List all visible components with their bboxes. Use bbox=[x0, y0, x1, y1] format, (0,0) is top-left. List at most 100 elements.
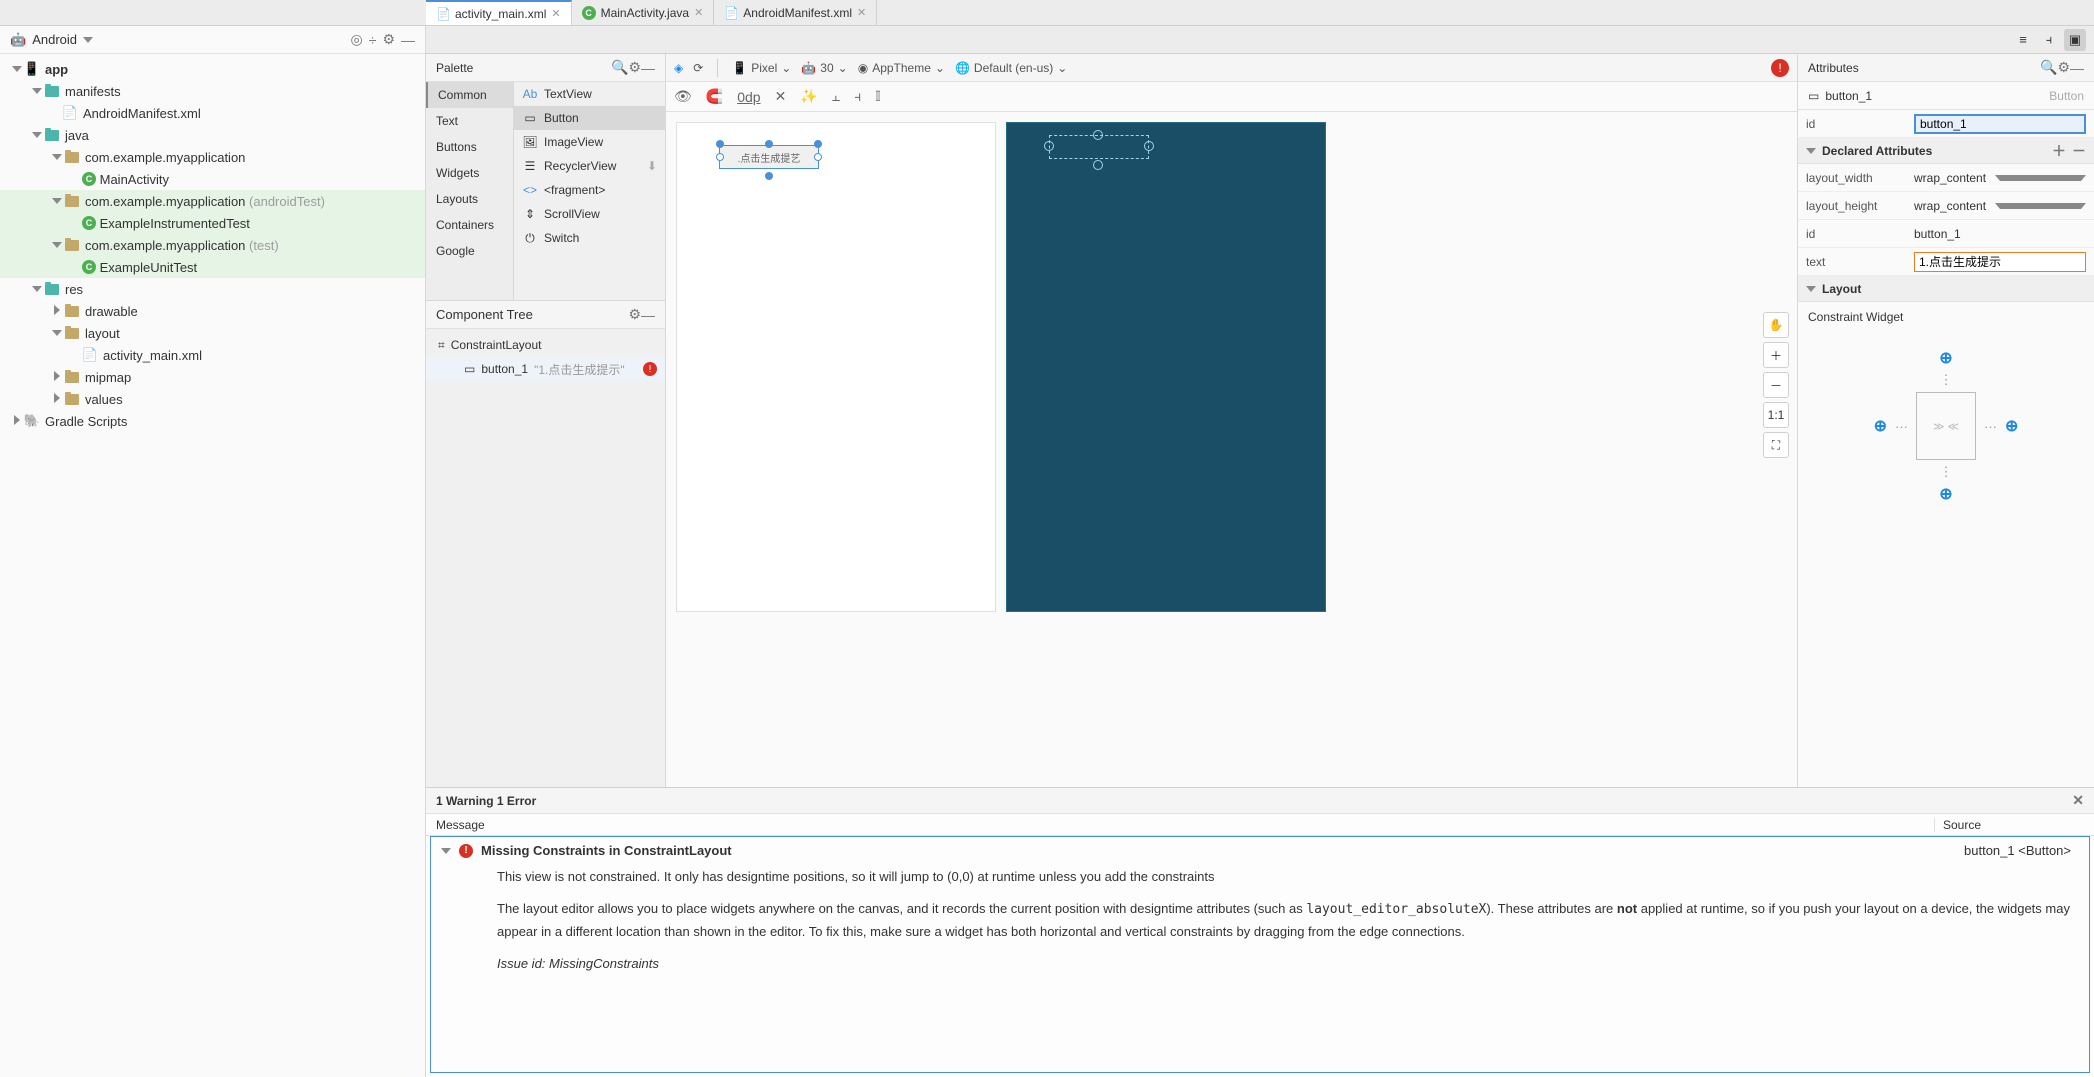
column-source[interactable]: Source bbox=[1934, 818, 2094, 832]
tab-main-activity[interactable]: C MainActivity.java ✕ bbox=[572, 0, 715, 25]
minimize-icon[interactable]: — bbox=[401, 32, 415, 48]
palette-item-scrollview[interactable]: ⇕ScrollView bbox=[514, 202, 665, 226]
close-icon[interactable]: ✕ bbox=[2072, 792, 2084, 809]
layout-height-dropdown[interactable]: wrap_content bbox=[1914, 199, 2086, 213]
search-icon[interactable]: 🔍 bbox=[2040, 59, 2057, 76]
chevron-down-icon[interactable] bbox=[1806, 286, 1816, 292]
tree-node-package-androidtest[interactable]: com.example.myapplication (androidTest) bbox=[0, 190, 425, 212]
tree-node-package-main[interactable]: com.example.myapplication bbox=[0, 146, 425, 168]
pan-button[interactable]: ✋ bbox=[1763, 312, 1789, 338]
constraint-add-top[interactable]: ⊕ bbox=[1939, 348, 1952, 368]
close-icon[interactable]: ✕ bbox=[694, 6, 703, 19]
tree-node-example-instrumented[interactable]: C ExampleInstrumentedTest bbox=[0, 212, 425, 234]
collapse-icon[interactable]: ÷ bbox=[369, 32, 377, 48]
constraint-add-left[interactable]: ⊕ bbox=[1874, 416, 1887, 436]
id-value[interactable]: button_1 bbox=[1914, 227, 1961, 241]
device-picker[interactable]: 📱 Pixel ⌄ bbox=[732, 61, 791, 75]
add-attribute-button[interactable]: ＋ bbox=[2052, 141, 2066, 161]
tree-node-package-test[interactable]: com.example.myapplication (test) bbox=[0, 234, 425, 256]
split-view-button[interactable]: ⫞ bbox=[2038, 29, 2060, 51]
messages-body[interactable]: ! Missing Constraints in ConstraintLayou… bbox=[430, 836, 2090, 1073]
error-badge[interactable]: ! bbox=[1771, 59, 1789, 77]
design-surface[interactable]: .点击生成提艺 bbox=[666, 112, 1797, 787]
resize-handle[interactable] bbox=[765, 140, 773, 148]
api-picker[interactable]: 🤖 30 ⌄ bbox=[801, 61, 847, 75]
palette-cat-buttons[interactable]: Buttons bbox=[426, 134, 513, 160]
zoom-out-button[interactable]: － bbox=[1763, 372, 1789, 398]
magnet-icon[interactable]: 🧲 bbox=[706, 88, 723, 105]
orientation-toggle[interactable]: ⟳ bbox=[693, 61, 703, 75]
constraint-widget[interactable]: ⊕ ··· ⊕ ⋮ ≫ ≪ ⋮ ⊕ ··· bbox=[1798, 332, 2094, 520]
tree-node-main-activity[interactable]: C MainActivity bbox=[0, 168, 425, 190]
theme-picker[interactable]: ◉ AppTheme ⌄ bbox=[858, 61, 945, 75]
tree-node-manifest-file[interactable]: 📄AndroidManifest.xml bbox=[0, 102, 425, 124]
pack-icon[interactable]: ⫞ bbox=[854, 88, 861, 105]
constraint-handle[interactable] bbox=[1044, 141, 1054, 151]
corner-handle[interactable] bbox=[814, 140, 822, 148]
component-tree-root[interactable]: ⌗ConstraintLayout bbox=[426, 333, 665, 357]
gear-icon[interactable]: ⚙ bbox=[628, 59, 641, 76]
palette-item-imageview[interactable]: 🖼ImageView bbox=[514, 130, 665, 154]
surface-toggle[interactable]: ◈ bbox=[674, 61, 683, 75]
component-tree-button[interactable]: ▭ button_1 "1.点击生成提示" ! bbox=[426, 357, 665, 381]
minimize-icon[interactable]: — bbox=[641, 307, 655, 323]
tree-node-gradle-scripts[interactable]: 🐘Gradle Scripts bbox=[0, 410, 425, 432]
guideline-icon[interactable]: 𝕀 bbox=[875, 88, 881, 105]
constraint-handle[interactable] bbox=[1144, 141, 1154, 151]
tab-activity-main[interactable]: 📄 activity_main.xml ✕ bbox=[426, 0, 572, 25]
palette-cat-common[interactable]: Common bbox=[426, 82, 513, 108]
blueprint-preview[interactable] bbox=[1006, 122, 1326, 612]
layout-width-dropdown[interactable]: wrap_content bbox=[1914, 171, 2086, 185]
close-icon[interactable]: ✕ bbox=[857, 6, 866, 19]
minimize-icon[interactable]: — bbox=[2070, 60, 2084, 76]
corner-handle[interactable] bbox=[716, 140, 724, 148]
infer-constraints-icon[interactable]: ✨ bbox=[800, 88, 817, 105]
tree-node-layout[interactable]: layout bbox=[0, 322, 425, 344]
constraint-handle[interactable] bbox=[1093, 130, 1103, 140]
selected-button-widget[interactable]: .点击生成提艺 bbox=[719, 145, 819, 169]
tree-node-activity-main-xml[interactable]: 📄activity_main.xml bbox=[0, 344, 425, 366]
palette-cat-containers[interactable]: Containers bbox=[426, 212, 513, 238]
resize-handle[interactable] bbox=[716, 153, 724, 161]
palette-item-fragment[interactable]: <><fragment> bbox=[514, 178, 665, 202]
locale-picker[interactable]: 🌐 Default (en-us) ⌄ bbox=[955, 61, 1067, 75]
clear-constraints-icon[interactable]: ✕ bbox=[775, 88, 787, 105]
device-preview[interactable]: .点击生成提艺 bbox=[676, 122, 996, 612]
zoom-reset-button[interactable]: 1:1 bbox=[1763, 402, 1789, 428]
constraint-add-bottom[interactable]: ⊕ bbox=[1939, 484, 1952, 504]
tree-node-res[interactable]: res bbox=[0, 278, 425, 300]
align-icon[interactable]: ⫠ bbox=[832, 88, 840, 105]
project-tree[interactable]: 📱app manifests 📄AndroidManifest.xml java… bbox=[0, 54, 425, 1077]
blueprint-button-widget[interactable] bbox=[1049, 135, 1149, 159]
tree-node-manifests[interactable]: manifests bbox=[0, 80, 425, 102]
close-icon[interactable]: ✕ bbox=[551, 7, 560, 20]
download-icon[interactable]: ⬇ bbox=[647, 159, 657, 173]
chevron-down-icon[interactable] bbox=[1806, 148, 1816, 154]
tree-node-example-unit[interactable]: C ExampleUnitTest bbox=[0, 256, 425, 278]
constraint-handle[interactable] bbox=[1093, 160, 1103, 170]
tree-node-java[interactable]: java bbox=[0, 124, 425, 146]
palette-item-recyclerview[interactable]: ☰RecyclerView⬇ bbox=[514, 154, 665, 178]
tree-node-values[interactable]: values bbox=[0, 388, 425, 410]
palette-cat-text[interactable]: Text bbox=[426, 108, 513, 134]
id-input[interactable] bbox=[1914, 114, 2086, 134]
chevron-down-icon[interactable] bbox=[83, 37, 93, 43]
tree-node-drawable[interactable]: drawable bbox=[0, 300, 425, 322]
chevron-down-icon[interactable] bbox=[441, 848, 451, 854]
design-view-button[interactable]: ▣ bbox=[2064, 29, 2086, 51]
tab-android-manifest[interactable]: 📄 AndroidManifest.xml ✕ bbox=[714, 0, 877, 25]
column-message[interactable]: Message bbox=[426, 818, 1934, 832]
remove-attribute-button[interactable]: － bbox=[2072, 141, 2086, 161]
resize-handle[interactable] bbox=[765, 172, 773, 180]
tree-node-mipmap[interactable]: mipmap bbox=[0, 366, 425, 388]
resize-handle[interactable] bbox=[814, 153, 822, 161]
minimize-icon[interactable]: — bbox=[641, 60, 655, 76]
palette-item-button[interactable]: ▭Button bbox=[514, 106, 665, 130]
target-icon[interactable]: ◎ bbox=[351, 31, 363, 48]
constraint-add-right[interactable]: ⊕ bbox=[2005, 416, 2018, 436]
code-view-button[interactable]: ≡ bbox=[2012, 29, 2034, 51]
eye-icon[interactable]: 👁 bbox=[674, 88, 692, 105]
palette-cat-layouts[interactable]: Layouts bbox=[426, 186, 513, 212]
default-margins[interactable]: 0dp bbox=[737, 89, 760, 105]
palette-cat-widgets[interactable]: Widgets bbox=[426, 160, 513, 186]
